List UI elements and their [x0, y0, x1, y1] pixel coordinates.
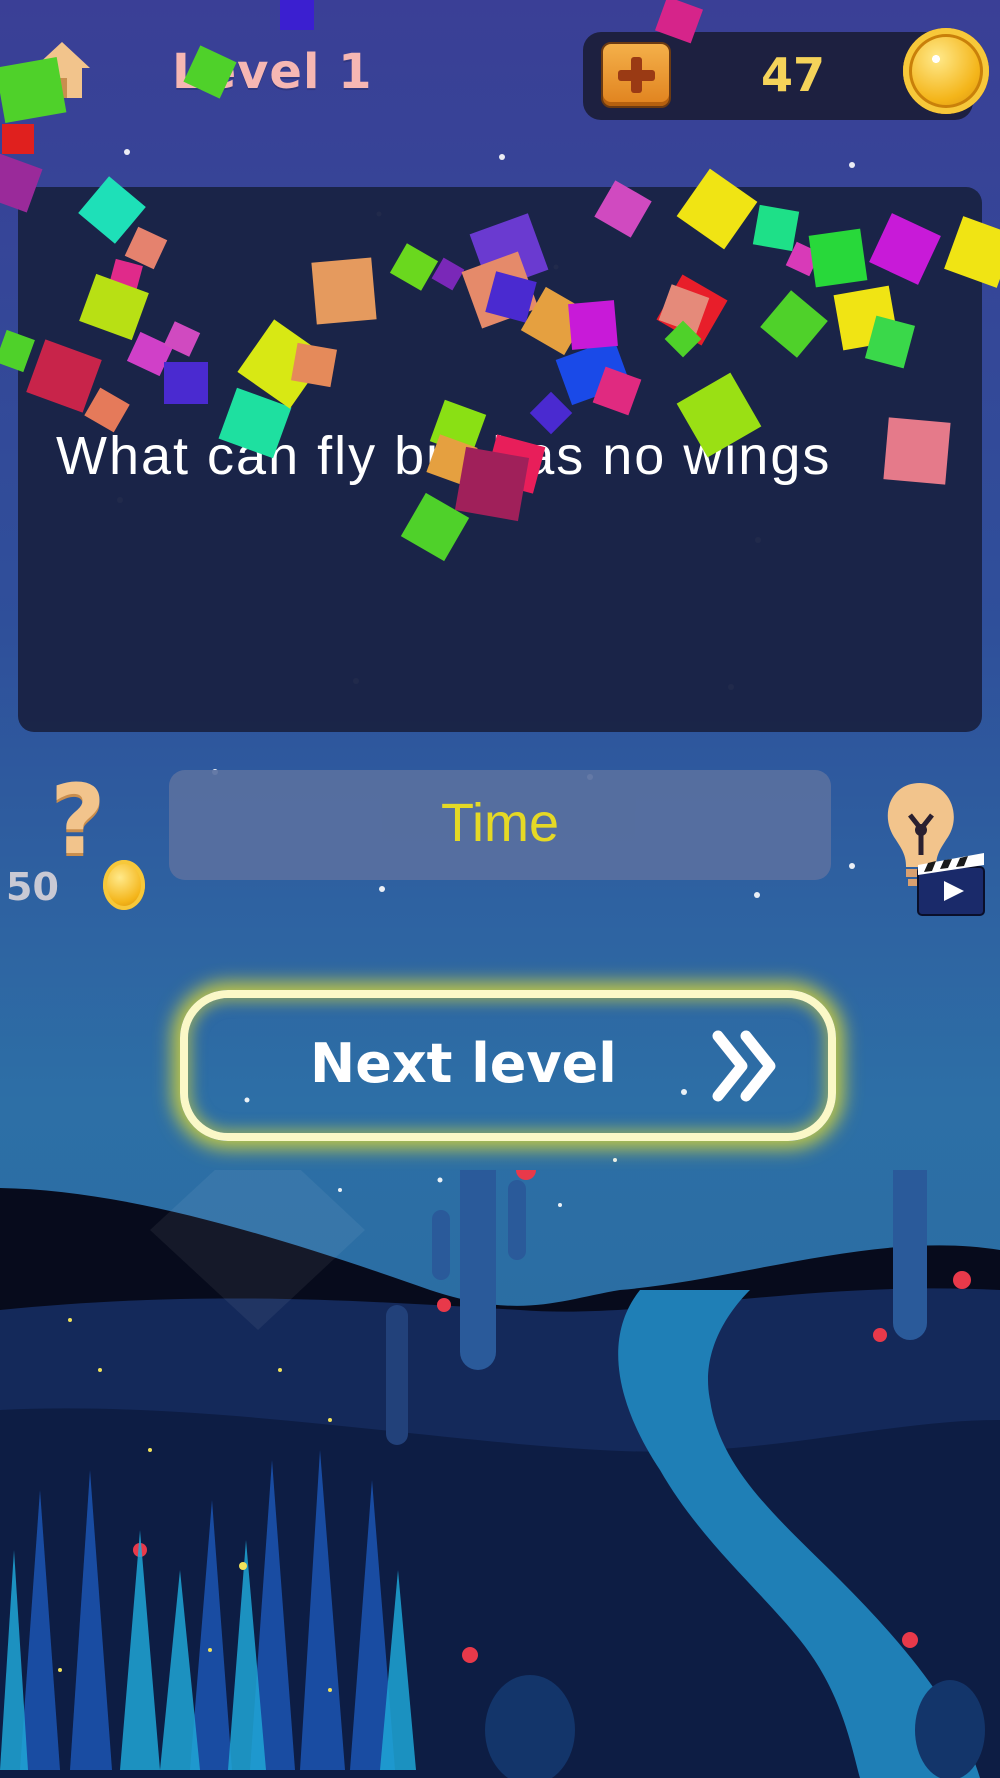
next-level-label: Next level: [310, 1032, 617, 1095]
next-level-button[interactable]: Next level: [180, 990, 836, 1141]
confetti-overlay: [0, 0, 1000, 562]
answer-text: Time: [441, 793, 559, 853]
question-hint-cost: 50: [6, 865, 59, 909]
answer-box: Time: [169, 770, 831, 880]
coin-icon: [103, 860, 145, 910]
double-chevron-right-icon: [712, 1030, 776, 1102]
lightbulb-icon: [887, 783, 985, 916]
question-mark-icon: ?: [50, 764, 106, 876]
desert-night-landscape: [0, 1170, 1000, 1778]
video-hint-button[interactable]: [880, 775, 990, 925]
